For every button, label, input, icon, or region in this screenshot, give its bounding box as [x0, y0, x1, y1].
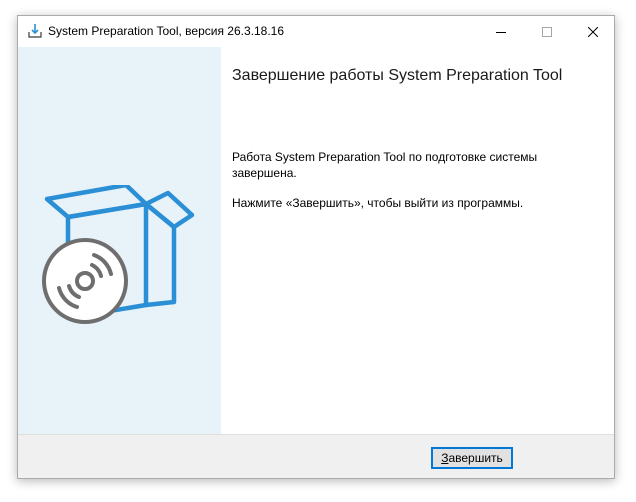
finish-button-label: авершить	[448, 451, 503, 465]
title-bar[interactable]: System Preparation Tool, версия 26.3.18.…	[18, 16, 614, 47]
close-button[interactable]	[570, 16, 614, 47]
finish-button[interactable]: Завершить	[431, 447, 513, 469]
minimize-icon	[496, 31, 506, 33]
side-panel	[18, 47, 221, 434]
finish-button-mnemonic: З	[441, 451, 449, 465]
content-panel: Завершение работы System Preparation Too…	[221, 47, 614, 434]
maximize-button[interactable]	[524, 16, 570, 47]
instruction-message: Нажмите «Завершить», чтобы выйти из прог…	[232, 196, 524, 210]
button-bar: Завершить	[18, 434, 614, 478]
maximize-icon	[542, 26, 552, 37]
page-heading: Завершение работы System Preparation Too…	[232, 67, 563, 84]
app-icon	[27, 23, 43, 39]
close-icon	[588, 26, 598, 37]
minimize-button[interactable]	[478, 16, 524, 47]
sysprep-window: System Preparation Tool, версия 26.3.18.…	[17, 15, 615, 479]
completion-message: Работа System Preparation Tool по подгот…	[232, 150, 538, 180]
window-title: System Preparation Tool, версия 26.3.18.…	[48, 24, 285, 38]
box-with-disc-icon	[42, 185, 195, 324]
